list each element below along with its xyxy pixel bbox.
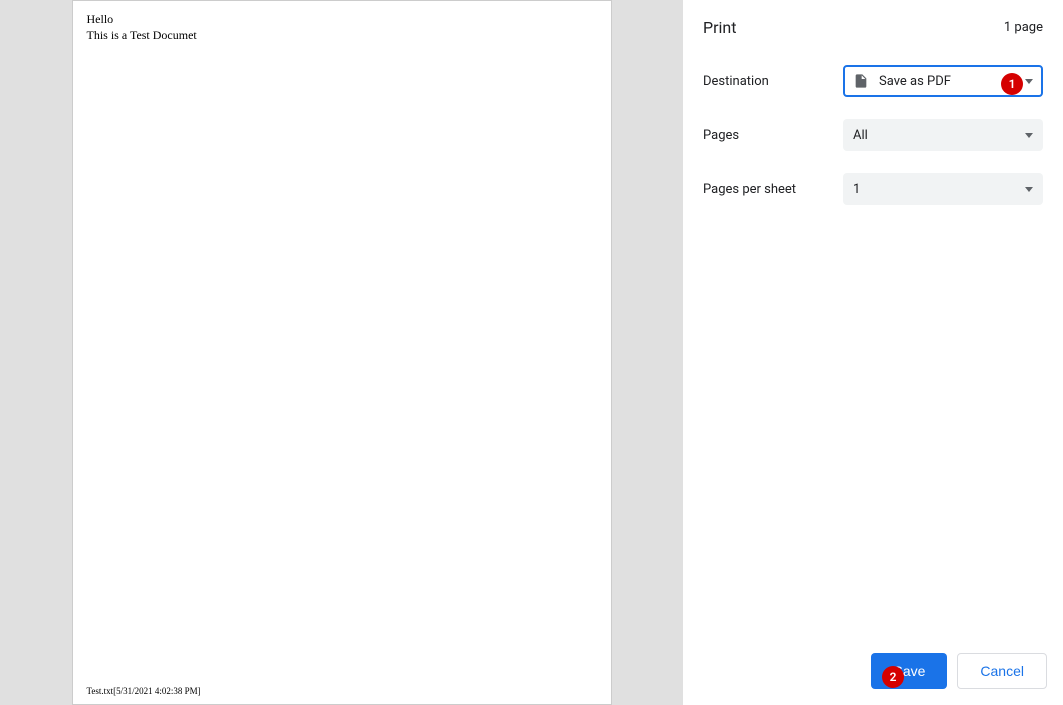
annotation-callout-1: 1 — [1001, 73, 1023, 95]
page-count: 1 page — [1004, 20, 1043, 35]
sidebar-footer: Save Cancel — [699, 653, 1047, 689]
annotation-callout-2: 2 — [882, 666, 904, 688]
chevron-down-icon — [1025, 187, 1033, 192]
chevron-down-icon — [1025, 79, 1033, 84]
print-settings-sidebar: Print 1 page Destination Save as PDF Pag… — [683, 0, 1063, 705]
pages-per-sheet-value: 1 — [853, 182, 1025, 197]
pages-per-sheet-label: Pages per sheet — [703, 182, 843, 197]
print-preview-area: Hello This is a Test Documet Test.txt[5/… — [0, 0, 683, 705]
doc-line-2: This is a Test Documet — [87, 27, 597, 43]
page-preview: Hello This is a Test Documet Test.txt[5/… — [72, 0, 612, 705]
cancel-button[interactable]: Cancel — [957, 653, 1047, 689]
chevron-down-icon — [1025, 133, 1033, 138]
print-title: Print — [703, 18, 736, 37]
pages-label: Pages — [703, 128, 843, 143]
pages-row: Pages All — [699, 119, 1047, 151]
sidebar-header: Print 1 page — [699, 18, 1047, 37]
pages-select[interactable]: All — [843, 119, 1043, 151]
destination-row: Destination Save as PDF — [699, 65, 1047, 97]
pages-per-sheet-row: Pages per sheet 1 — [699, 173, 1047, 205]
document-content: Hello This is a Test Documet — [87, 11, 597, 43]
destination-label: Destination — [703, 74, 843, 89]
pages-value: All — [853, 128, 1025, 143]
pages-per-sheet-select[interactable]: 1 — [843, 173, 1043, 205]
file-icon — [853, 73, 869, 89]
document-footer: Test.txt[5/31/2021 4:02:38 PM] — [87, 686, 201, 696]
doc-line-1: Hello — [87, 11, 597, 27]
